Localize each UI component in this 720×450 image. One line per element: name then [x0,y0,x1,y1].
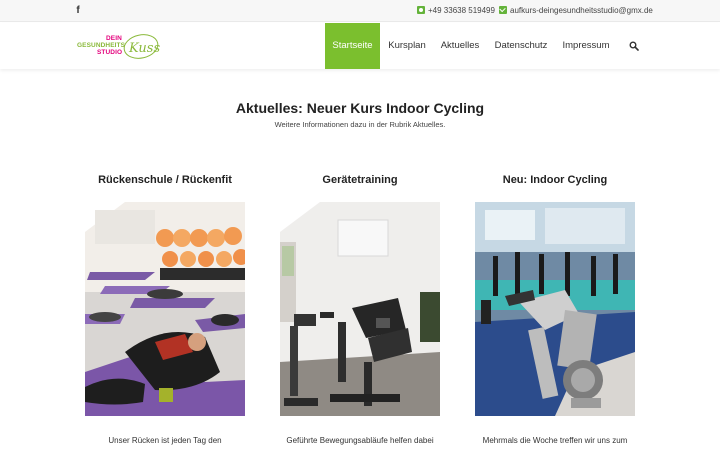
nav-kursplan[interactable]: Kursplan [382,23,432,69]
card-description: Unser Rücken ist jeden Tag den [108,436,222,445]
mail-icon [499,6,507,14]
phone-contact[interactable]: +49 33638 519499 [417,6,495,16]
card-description: Mehrmals die Woche treffen wir uns zum [482,436,628,445]
nav-impressum[interactable]: Impressum [558,23,614,69]
page-subtitle: Weitere Informationen dazu in der Rubrik… [274,120,446,129]
search-icon[interactable] [629,41,639,51]
main-header: DEIN GESUNDHEITS STUDIO Kuss Startseite … [0,23,720,69]
logo-line-2: GESUNDHEITS [77,42,126,49]
card-photo-training-machines[interactable] [280,202,440,416]
course-card-rueckenschule: Rückenschule / Rückenfit Unser Rücken is… [85,173,245,445]
course-card-indoor-cycling: Neu: Indoor Cycling Mehrmals die Woche t… [475,173,635,445]
card-title: Neu: Indoor Cycling [502,174,608,186]
facebook-icon[interactable]: f [73,5,83,17]
logo-script-mark: Kuss [123,34,160,59]
card-title: Rückenschule / Rückenfit [98,174,232,186]
nav-startseite[interactable]: Startseite [325,23,380,69]
svg-text:Kuss: Kuss [128,41,160,56]
email-address[interactable]: aufkurs-deingesundheitsstudio@gmx.de [510,6,653,15]
logo-line-1: DEIN [106,35,122,42]
card-photo-indoor-cycling[interactable] [475,202,635,416]
email-contact[interactable]: aufkurs-deingesundheitsstudio@gmx.de [499,6,653,16]
card-title: Gerätetraining [322,174,398,186]
phone-icon [417,6,425,14]
page-title: Aktuelles: Neuer Kurs Indoor Cycling [235,100,485,116]
course-card-geraetetraining: Gerätetraining Geführte Bewegungsabläufe… [280,173,440,445]
phone-number[interactable]: +49 33638 519499 [428,6,495,15]
nav-aktuelles[interactable]: Aktuelles [436,23,484,69]
card-photo-yoga-class[interactable] [85,202,245,416]
logo-line-3: STUDIO [97,49,123,56]
site-logo[interactable]: DEIN GESUNDHEITS STUDIO Kuss [77,32,161,60]
top-bar: f +49 33638 519499 aufkurs-deingesundhei… [0,0,720,22]
card-description: Geführte Bewegungsabläufe helfen dabei [286,436,434,445]
nav-datenschutz[interactable]: Datenschutz [490,23,552,69]
